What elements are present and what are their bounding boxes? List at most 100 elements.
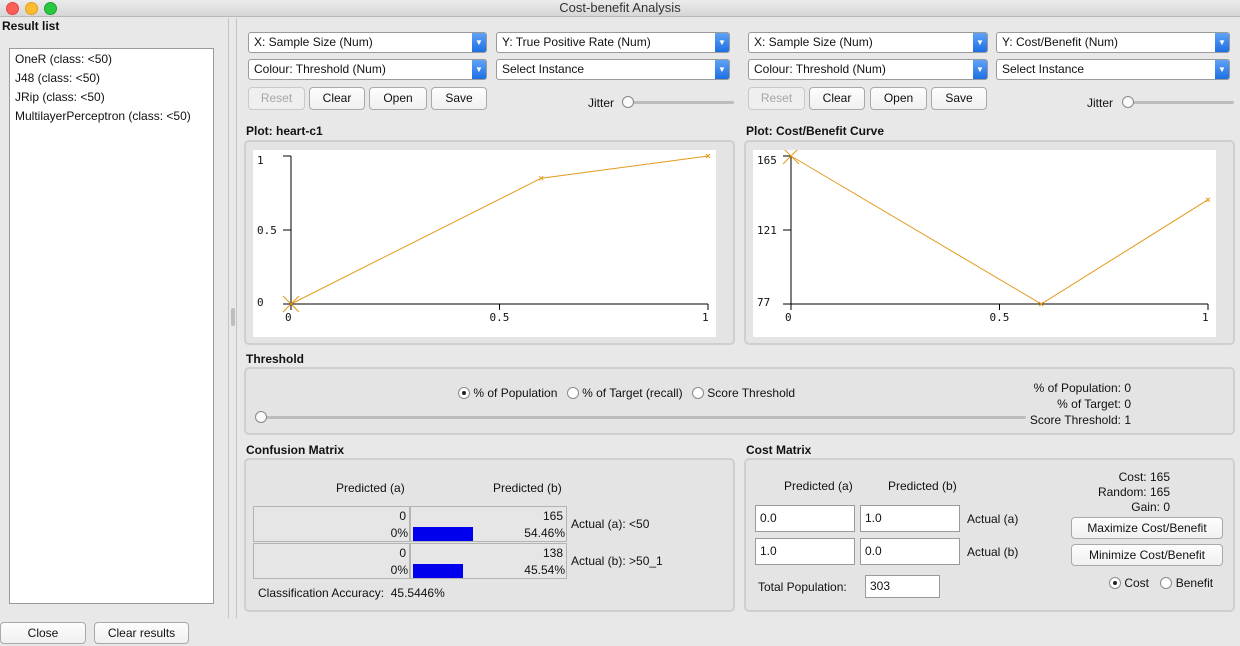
cost-ba-field[interactable]: 1.0 [755, 538, 855, 565]
result-item-jrip[interactable]: JRip (class: <50) [15, 90, 105, 104]
cell-bb-pct: 45.54% [524, 563, 565, 577]
threshold-options: % of Population % of Target (recall) Sco… [458, 386, 795, 400]
x-tick-label: 1 [702, 311, 709, 324]
left-instance-value: Select Instance [502, 62, 585, 76]
right-save-button[interactable]: Save [931, 87, 987, 110]
threshold-slider[interactable] [256, 416, 1026, 419]
minimize-cost-benefit-button[interactable]: Minimize Cost/Benefit [1071, 544, 1223, 566]
left-x-axis-value: X: Sample Size (Num) [254, 35, 373, 49]
target-label[interactable]: % of Target (recall) [582, 386, 682, 400]
right-jitter-knob[interactable] [1122, 96, 1134, 108]
left-x-axis-select[interactable]: X: Sample Size (Num) ▼ [248, 32, 487, 53]
left-y-axis-value: Y: True Positive Rate (Num) [502, 35, 651, 49]
right-plot-title: Plot: Cost/Benefit Curve [746, 124, 885, 138]
threshold-knob[interactable] [255, 411, 267, 423]
chevron-down-icon: ▼ [472, 60, 486, 79]
right-instance-value: Select Instance [1002, 62, 1085, 76]
maximize-cost-benefit-button[interactable]: Maximize Cost/Benefit [1071, 517, 1223, 539]
threshold-title: Threshold [246, 352, 305, 366]
window-title: Cost-benefit Analysis [559, 0, 681, 15]
left-chart: 1 0.5 0 0 0.5 1 [257, 153, 711, 324]
total-population-field[interactable]: 303 [865, 575, 940, 598]
zoom-window-icon[interactable] [44, 2, 57, 15]
left-jitter-slider[interactable] [624, 101, 734, 104]
confusion-row-a-label: Actual (a): <50 [571, 517, 650, 531]
x-tick-label: 0 [785, 311, 792, 324]
window-titlebar: Cost-benefit Analysis [0, 0, 1240, 17]
result-item-oner[interactable]: OneR (class: <50) [15, 52, 112, 66]
right-instance-select[interactable]: Select Instance ▼ [996, 59, 1230, 80]
result-list[interactable]: OneR (class: <50) J48 (class: <50) JRip … [9, 48, 214, 604]
x-tick-label: 1 [1202, 311, 1209, 324]
random-value: Random: 165 [1097, 485, 1170, 499]
right-jitter-slider[interactable] [1124, 101, 1234, 104]
total-population-label: Total Population: [758, 580, 847, 594]
x-tick-label: 0.5 [990, 311, 1010, 324]
minimize-window-icon[interactable] [25, 2, 38, 15]
right-y-axis-select[interactable]: Y: Cost/Benefit (Num) ▼ [996, 32, 1230, 53]
right-y-axis-value: Y: Cost/Benefit (Num) [1002, 35, 1119, 49]
y-tick-label: 77 [757, 296, 770, 309]
result-list-title: Result list [2, 19, 60, 33]
close-button[interactable]: Close [0, 622, 86, 644]
series-line [790, 155, 1209, 305]
cell-ba-pct: 0% [390, 563, 408, 577]
data-point [1205, 197, 1211, 203]
population-radio[interactable] [458, 387, 470, 399]
cost-value: Cost: 165 [1118, 470, 1170, 484]
gain-value: Gain: 0 [1131, 500, 1170, 514]
left-colour-value: Colour: Threshold (Num) [254, 62, 386, 76]
left-open-button[interactable]: Open [369, 87, 427, 110]
cost-radio[interactable] [1109, 577, 1121, 589]
score-stat: Score Threshold: 1 [1029, 413, 1131, 427]
result-item-mlp[interactable]: MultilayerPerceptron (class: <50) [15, 109, 191, 123]
close-window-icon[interactable] [6, 2, 19, 15]
cost-row-b-label: Actual (b) [967, 545, 1019, 559]
left-save-button[interactable]: Save [431, 87, 487, 110]
cost-bb-field[interactable]: 0.0 [860, 538, 960, 565]
cost-benefit-mode: Cost Benefit [1109, 576, 1213, 590]
result-item-j48[interactable]: J48 (class: <50) [15, 71, 100, 85]
confusion-matrix-title: Confusion Matrix [246, 443, 344, 457]
splitter-line-right [236, 18, 237, 618]
left-clear-button[interactable]: Clear [309, 87, 365, 110]
cost-ab-field[interactable]: 1.0 [860, 505, 960, 532]
left-jitter-label: Jitter [588, 96, 615, 110]
score-radio[interactable] [691, 387, 704, 399]
cost-row-a-label: Actual (a) [967, 512, 1019, 526]
confusion-pred-b: Predicted (b) [493, 481, 562, 495]
right-open-button[interactable]: Open [870, 87, 927, 110]
chevron-down-icon: ▼ [472, 33, 486, 52]
population-label[interactable]: % of Population [473, 386, 557, 400]
splitter-handle[interactable] [231, 308, 235, 326]
target-radio[interactable] [566, 387, 579, 399]
right-reset-button[interactable]: Reset [748, 87, 805, 110]
cell-ab-count: 165 [542, 509, 563, 523]
chevron-down-icon: ▼ [1215, 33, 1229, 52]
y-tick-label: 0.5 [257, 224, 277, 237]
chevron-down-icon: ▼ [715, 60, 729, 79]
cost-aa-field[interactable]: 0.0 [755, 505, 855, 532]
left-colour-select[interactable]: Colour: Threshold (Num) ▼ [248, 59, 487, 80]
right-colour-select[interactable]: Colour: Threshold (Num) ▼ [748, 59, 988, 80]
right-clear-button[interactable]: Clear [809, 87, 865, 110]
right-plot-area[interactable]: 165 121 77 0 0.5 1 [753, 147, 1216, 337]
splitter-line [228, 18, 229, 618]
left-instance-select[interactable]: Select Instance ▼ [496, 59, 730, 80]
clear-results-button[interactable]: Clear results [94, 622, 189, 644]
chevron-down-icon: ▼ [973, 33, 987, 52]
chevron-down-icon: ▼ [715, 33, 729, 52]
right-x-axis-select[interactable]: X: Sample Size (Num) ▼ [748, 32, 988, 53]
score-label[interactable]: Score Threshold [707, 386, 795, 400]
cell-aa: 0 0% [253, 506, 410, 542]
threshold-stats: % of Population: 0 % of Target: 0 Score … [980, 380, 1131, 428]
cost-pred-b: Predicted (b) [888, 479, 957, 493]
benefit-mode-label[interactable]: Benefit [1176, 576, 1213, 590]
left-jitter-knob[interactable] [622, 96, 634, 108]
left-y-axis-select[interactable]: Y: True Positive Rate (Num) ▼ [496, 32, 730, 53]
left-plot-area[interactable]: 1 0.5 0 0 0.5 1 [253, 150, 716, 337]
benefit-radio[interactable] [1160, 577, 1173, 589]
y-tick-label: 121 [757, 224, 777, 237]
left-reset-button[interactable]: Reset [248, 87, 305, 110]
cost-mode-label[interactable]: Cost [1124, 576, 1149, 590]
